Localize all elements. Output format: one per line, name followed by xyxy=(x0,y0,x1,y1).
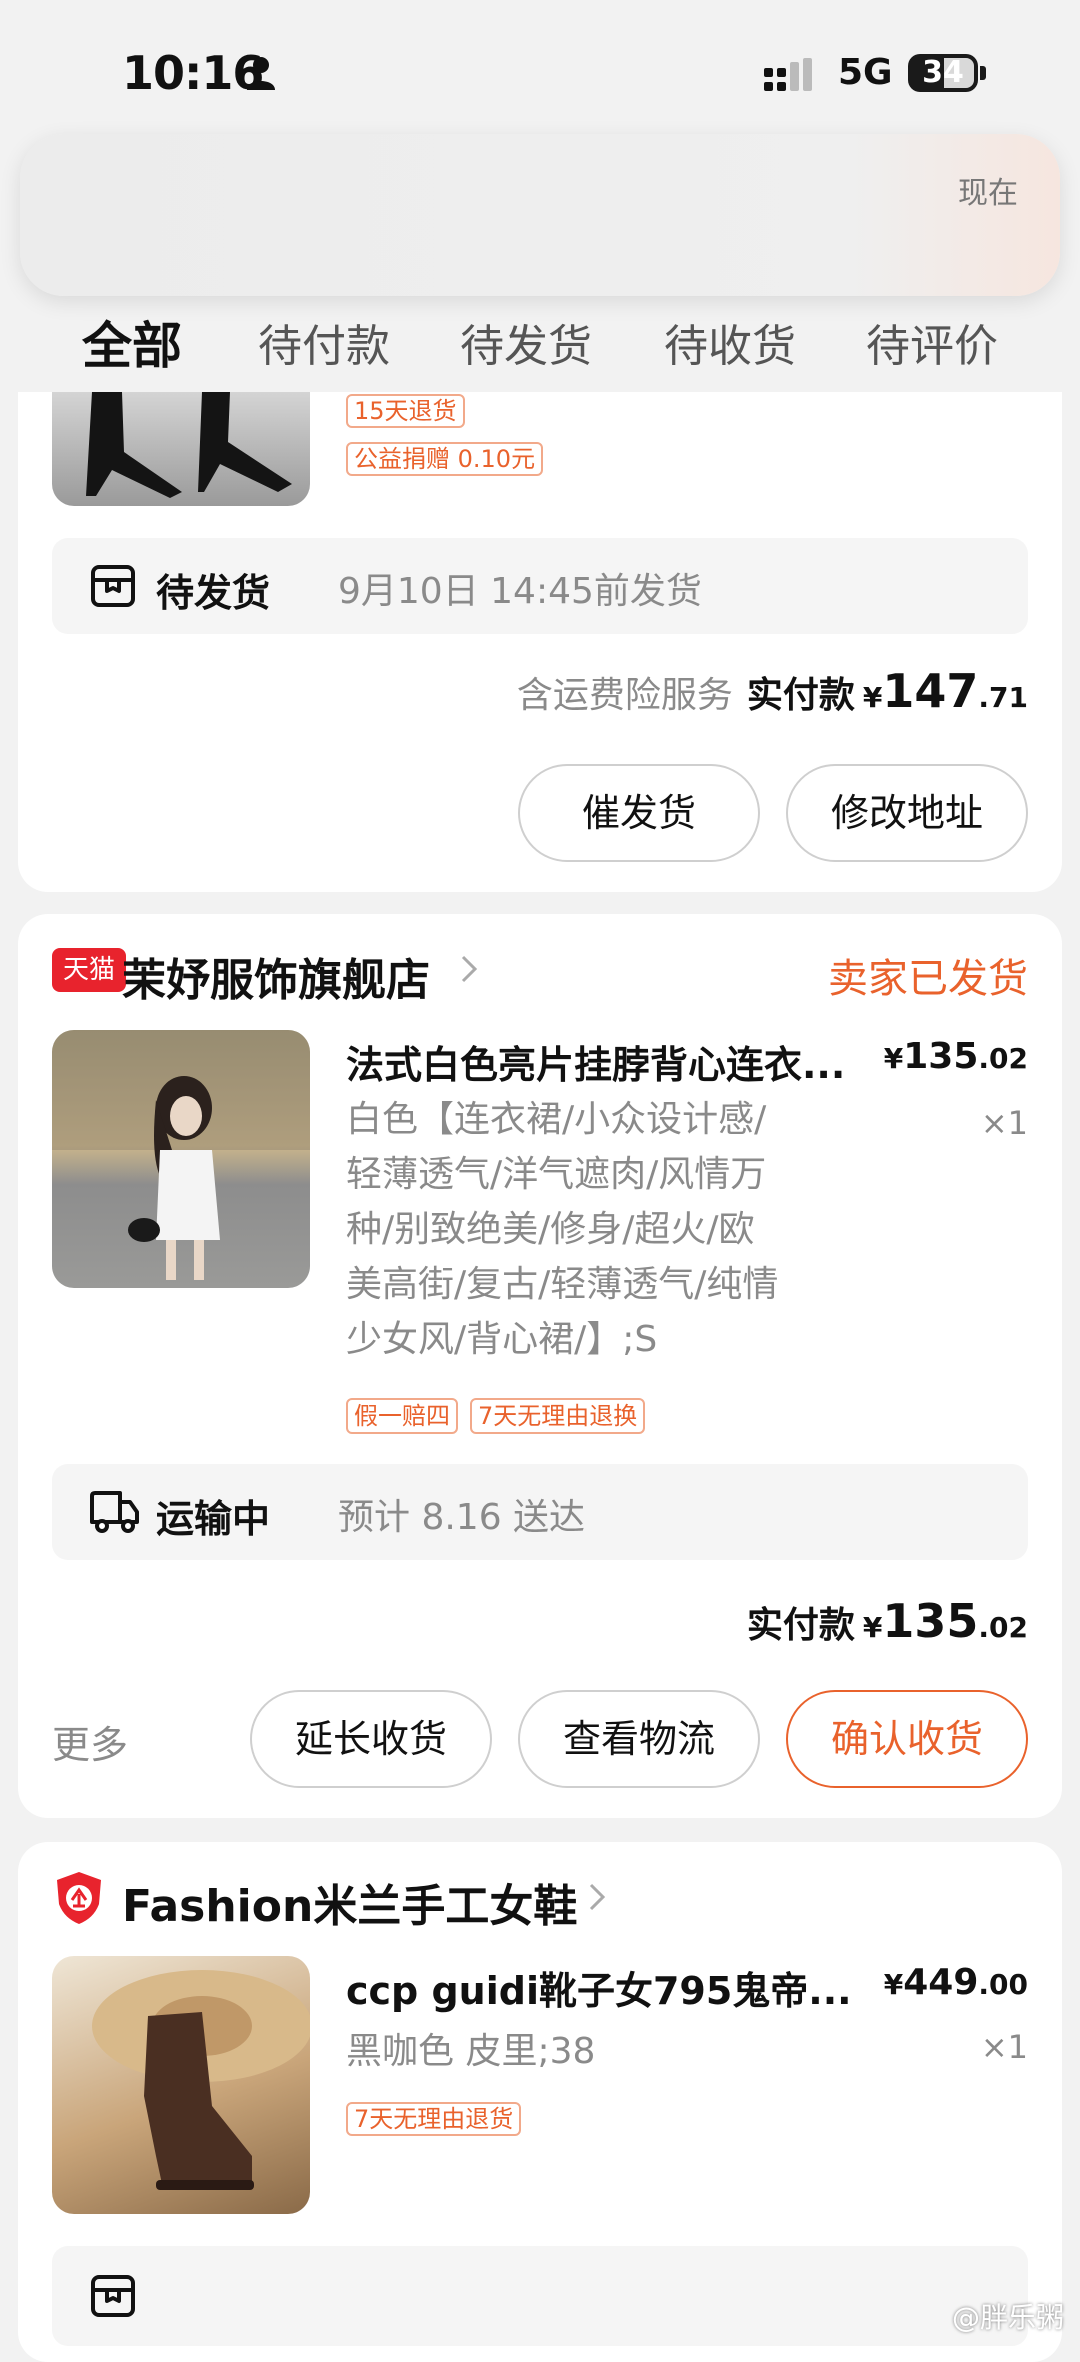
order-card-3[interactable]: Fashion米兰手工女鞋 ccp guidi靴子女795鬼帝... ¥449.… xyxy=(18,1842,1062,2362)
charity-tag: 公益捐赠 0.10元 xyxy=(346,442,544,476)
service-tags: 假一赔四 7天无理由退换 xyxy=(346,1398,646,1434)
store-name[interactable]: Fashion米兰手工女鞋 xyxy=(122,1870,577,1934)
logistics-status-box[interactable]: 运输中 预计 8.16 送达 xyxy=(52,1464,1028,1560)
currency-symbol: ¥ xyxy=(862,1611,883,1644)
spec-line: 白色【连衣裙/小众设计感/ xyxy=(346,1099,767,1140)
tab-pending-receipt[interactable]: 待收货 xyxy=(664,310,796,374)
order-total: 含运费险服务 实付款 ¥ 147 .71 xyxy=(517,664,1028,718)
enterprise-shield-icon xyxy=(57,1872,101,1924)
service-tag: 15天退货 xyxy=(346,394,465,428)
watermark: @胖乐粥 xyxy=(951,2301,1064,2334)
product-thumbnail[interactable] xyxy=(52,1030,310,1288)
delivery-estimate: 预计 8.16 送达 xyxy=(338,1497,586,1538)
product-thumbnail[interactable] xyxy=(52,1956,310,2214)
product-spec: 白色【连衣裙/小众设计感/ 轻薄透气/洋气遮肉/风情万 种/别致绝美/修身/超火… xyxy=(346,1092,778,1367)
tmall-badge: 天猫 xyxy=(52,948,126,992)
spec-line: 种/别致绝美/修身/超火/欧 xyxy=(346,1209,755,1250)
box-icon xyxy=(91,2275,135,2317)
total-integer: 135 xyxy=(882,1594,979,1648)
spec-line: 少女风/背心裙/】;S xyxy=(346,1319,658,1360)
battery-tip xyxy=(980,66,986,80)
urge-shipment-button[interactable]: 催发货 xyxy=(518,764,760,862)
total-decimal: .02 xyxy=(978,1611,1028,1644)
modify-address-button[interactable]: 修改地址 xyxy=(786,764,1028,862)
battery-level: 34 xyxy=(922,55,964,90)
paid-label: 实付款 xyxy=(746,675,855,716)
shipping-status: 卖家已发货 xyxy=(828,956,1028,1002)
view-logistics-button[interactable]: 查看物流 xyxy=(518,1690,760,1788)
price-decimal: .00 xyxy=(978,1968,1028,2001)
logistics-status-label: 运输中 xyxy=(156,1497,271,1541)
insurance-note: 含运费险服务 xyxy=(516,675,733,716)
battery-indicator: 34 xyxy=(908,54,978,92)
product-spec: 黑咖色 皮里;38 xyxy=(346,2031,596,2072)
product-price: ¥135.02 xyxy=(884,1036,1028,1077)
paid-label: 实付款 xyxy=(746,1605,855,1646)
order-total: 实付款 ¥ 135 .02 xyxy=(747,1594,1028,1648)
more-link[interactable]: 更多 xyxy=(52,1714,128,1769)
tab-pending-review[interactable]: 待评价 xyxy=(866,310,998,374)
tab-pending-payment[interactable]: 待付款 xyxy=(258,310,390,374)
service-tag: 假一赔四 xyxy=(346,1398,458,1434)
spec-line: 轻薄透气/洋气遮肉/风情万 xyxy=(346,1154,767,1195)
product-thumbnail[interactable] xyxy=(52,392,310,506)
order-card-1[interactable]: 15天退货 公益捐赠 0.10元 待发货 9月10日 14:45前发货 含运费险… xyxy=(18,392,1062,892)
signal-icon xyxy=(764,58,812,91)
shipping-status-box[interactable] xyxy=(52,2246,1028,2346)
person-icon xyxy=(247,57,275,90)
notification-time: 现在 xyxy=(958,176,1018,211)
shipping-status-label: 待发货 xyxy=(156,571,271,615)
currency-symbol: ¥ xyxy=(862,681,883,714)
tab-pending-shipment[interactable]: 待发货 xyxy=(460,310,592,374)
price-currency: ¥ xyxy=(883,1968,904,2001)
box-icon xyxy=(91,565,135,607)
status-time: 10:16 xyxy=(122,46,264,100)
order-card-2[interactable]: 天猫 茉妤服饰旗舰店 卖家已发货 法式白色亮片挂脖背心连衣... ¥135.02… xyxy=(18,914,1062,1818)
service-tag: 7天无理由退换 xyxy=(470,1398,646,1434)
extend-receipt-button[interactable]: 延长收货 xyxy=(250,1690,492,1788)
product-quantity: ×1 xyxy=(980,1104,1028,1142)
product-title[interactable]: ccp guidi靴子女795鬼帝... xyxy=(346,1960,852,2015)
chevron-right-icon xyxy=(589,1883,606,1911)
service-tag: 7天无理由退货 xyxy=(346,2102,522,2136)
shipping-status-box[interactable]: 待发货 9月10日 14:45前发货 xyxy=(52,538,1028,634)
chevron-right-icon xyxy=(461,955,478,983)
total-decimal: .71 xyxy=(978,681,1028,714)
spec-line: 美高街/复古/轻薄透气/纯情 xyxy=(346,1264,779,1305)
price-currency: ¥ xyxy=(883,1042,904,1075)
product-quantity: ×1 xyxy=(980,2028,1028,2066)
price-integer: 449 xyxy=(903,1962,979,2003)
product-price: ¥449.00 xyxy=(884,1962,1028,2003)
price-integer: 135 xyxy=(903,1036,979,1077)
truck-icon xyxy=(90,1491,139,1533)
confirm-receipt-button[interactable]: 确认收货 xyxy=(786,1690,1028,1788)
network-label: 5G xyxy=(838,52,893,93)
product-title[interactable]: 法式白色亮片挂脖背心连衣... xyxy=(346,1034,845,1089)
store-name[interactable]: 茉妤服饰旗舰店 xyxy=(122,944,430,1008)
tab-all[interactable]: 全部 xyxy=(82,306,182,378)
total-integer: 147 xyxy=(882,664,979,718)
price-decimal: .02 xyxy=(978,1042,1028,1075)
shipping-deadline: 9月10日 14:45前发货 xyxy=(338,571,702,612)
notification-banner[interactable]: 现在 xyxy=(20,134,1060,296)
